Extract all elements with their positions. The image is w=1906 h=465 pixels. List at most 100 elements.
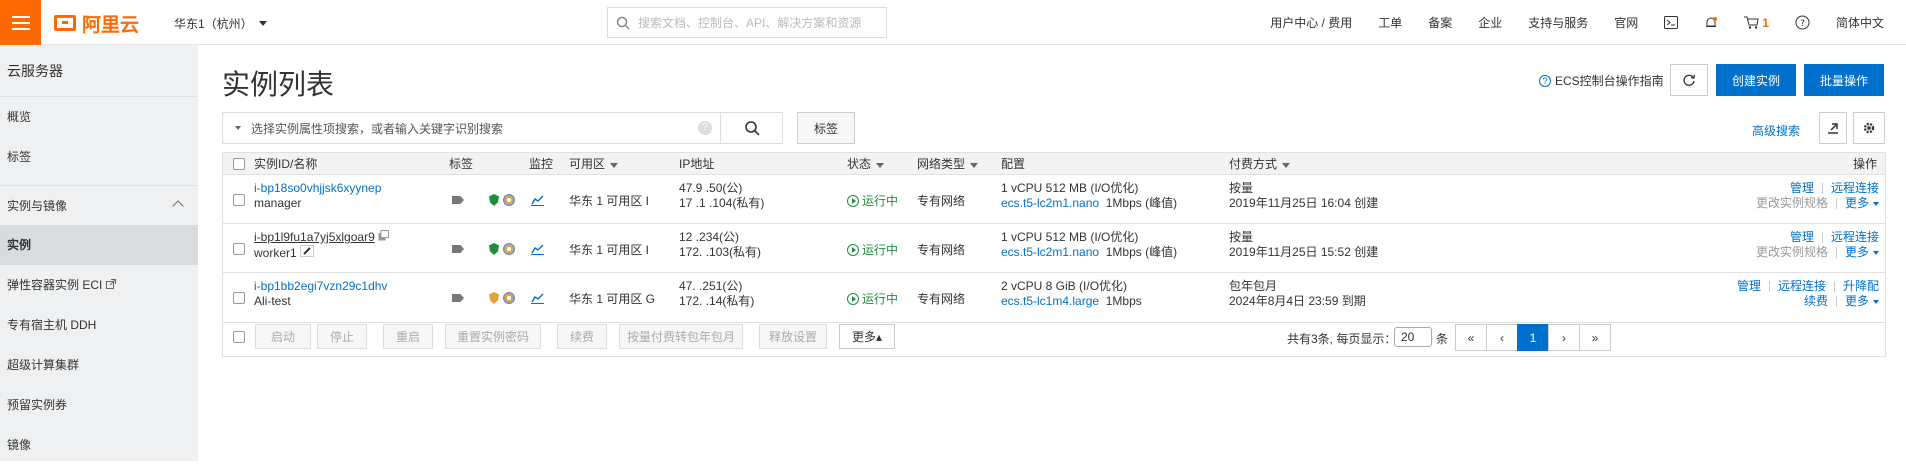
language-switch[interactable]: 简体中文	[1836, 14, 1884, 31]
global-search[interactable]: 搜索文档、控制台、API、解决方案和资源	[607, 7, 887, 38]
spec-link[interactable]: ecs.t5-lc1m4.large	[1001, 294, 1099, 308]
search-placeholder: 搜索文档、控制台、API、解决方案和资源	[638, 16, 862, 30]
cloud-assistant-icon[interactable]	[503, 292, 515, 304]
sidebar-item-instances[interactable]: 实例	[0, 225, 198, 265]
cloud-assistant-icon[interactable]	[503, 194, 515, 206]
cart-button[interactable]: 1	[1744, 16, 1769, 30]
more-dropdown[interactable]: 更多	[1845, 196, 1879, 210]
start-button[interactable]: 启动	[255, 324, 311, 349]
search-button[interactable]	[721, 112, 783, 144]
remote-connect-link[interactable]: 远程连接	[1831, 181, 1879, 195]
logo[interactable]: 阿里云	[54, 11, 139, 36]
prev-page-button[interactable]: ‹	[1486, 324, 1518, 351]
security-shield-icon[interactable]	[489, 194, 499, 206]
batch-operation-button[interactable]: 批量操作	[1804, 64, 1884, 96]
guide-link[interactable]: ? ECS控制台操作指南	[1539, 72, 1664, 89]
sidebar-item-images[interactable]: 镜像	[0, 425, 198, 465]
remote-connect-link[interactable]: 远程连接	[1831, 230, 1879, 244]
monitor-chart-icon[interactable]	[531, 243, 544, 255]
instance-name: worker1	[254, 246, 297, 260]
manage-link[interactable]: 管理	[1790, 181, 1814, 195]
tag-icon[interactable]	[452, 196, 464, 204]
change-spec-link[interactable]: 更改实例规格	[1756, 196, 1828, 210]
instance-id-link[interactable]: i-bp1l9fu1a7yj5xlgoar9	[254, 230, 375, 244]
reset-password-button[interactable]: 重置实例密码	[445, 324, 541, 349]
select-all-checkbox[interactable]	[233, 158, 245, 170]
nav-enterprise[interactable]: 企业	[1478, 14, 1502, 31]
nav-ticket[interactable]: 工单	[1378, 14, 1402, 31]
sidebar-section-instances[interactable]: 实例与镜像	[0, 185, 198, 225]
security-shield-icon[interactable]	[489, 292, 499, 304]
config-text: 1 vCPU 512 MB (I/O优化)	[1001, 230, 1139, 244]
copy-icon[interactable]	[378, 230, 390, 241]
tag-icon[interactable]	[452, 294, 464, 302]
help-icon[interactable]: ?	[698, 121, 712, 135]
region-selector[interactable]: 华东1（杭州）	[174, 15, 267, 32]
change-spec-link[interactable]: 更改实例规格	[1756, 245, 1828, 259]
manage-link[interactable]: 管理	[1737, 279, 1761, 293]
col-actions: 操作	[1852, 157, 1877, 171]
stop-button[interactable]: 停止	[317, 324, 367, 349]
footer-select-all-checkbox[interactable]	[233, 331, 245, 343]
menu-icon[interactable]	[0, 0, 41, 45]
renew-link[interactable]: 续费	[1804, 294, 1828, 308]
instance-id-link[interactable]: i-bp1bb2egi7vzn29c1dhv	[254, 279, 387, 294]
sidebar-item-ri[interactable]: 预留实例券	[0, 385, 198, 425]
renew-button[interactable]: 续费	[557, 324, 607, 349]
sidebar-item-tags[interactable]: 标签	[0, 137, 198, 177]
remote-connect-link[interactable]: 远程连接	[1778, 279, 1826, 293]
manage-link[interactable]: 管理	[1790, 230, 1814, 244]
page-1-button[interactable]: 1	[1517, 324, 1549, 351]
security-shield-icon[interactable]	[489, 243, 499, 255]
network-type: 专有网络	[917, 292, 966, 306]
nav-icp[interactable]: 备案	[1428, 14, 1452, 31]
sidebar-item-overview[interactable]: 概览	[0, 97, 198, 137]
billing-time: 2024年8月4日 23:59 到期	[1229, 294, 1366, 308]
col-billing[interactable]: 付费方式	[1229, 155, 1291, 172]
nav-user-center[interactable]: 用户中心 / 费用	[1270, 14, 1352, 31]
cloud-assistant-icon[interactable]	[503, 243, 515, 255]
tag-icon[interactable]	[452, 245, 464, 253]
edit-icon[interactable]	[300, 245, 315, 257]
page-size-select[interactable]: 20	[1394, 327, 1432, 347]
more-dropdown[interactable]: 更多	[1845, 294, 1879, 308]
col-zone[interactable]: 可用区	[569, 155, 619, 172]
status-badge: 运行中	[847, 192, 898, 209]
row-checkbox[interactable]	[233, 243, 245, 255]
restart-button[interactable]: 重启	[383, 324, 433, 349]
create-instance-button[interactable]: 创建实例	[1716, 64, 1796, 96]
billing-time: 2019年11月25日 15:52 创建	[1229, 245, 1379, 259]
row-checkbox[interactable]	[233, 194, 245, 206]
bell-icon[interactable]	[1704, 16, 1718, 30]
release-settings-button[interactable]: 释放设置	[759, 324, 827, 349]
monitor-chart-icon[interactable]	[531, 292, 544, 304]
col-network[interactable]: 网络类型	[917, 155, 979, 172]
settings-button[interactable]	[1853, 112, 1885, 144]
last-page-button[interactable]: »	[1579, 324, 1611, 351]
upgrade-link[interactable]: 升降配	[1843, 279, 1879, 293]
tag-filter-button[interactable]: 标签	[797, 112, 855, 144]
spec-link[interactable]: ecs.t5-lc2m1.nano	[1001, 245, 1099, 259]
running-icon	[847, 292, 859, 305]
filter-search[interactable]: 选择实例属性项搜索，或者输入关键字识别搜索?	[222, 112, 721, 144]
nav-official[interactable]: 官网	[1614, 14, 1638, 31]
instance-id-link[interactable]: i-bp18so0vhjjsk6xyynep	[254, 181, 381, 196]
first-page-button[interactable]: «	[1455, 324, 1487, 351]
sidebar-item-ddh[interactable]: 专有宿主机 DDH	[0, 305, 198, 345]
nav-support[interactable]: 支持与服务	[1528, 14, 1588, 31]
more-actions-button[interactable]: 更多▴	[839, 324, 895, 349]
terminal-icon[interactable]	[1664, 16, 1679, 29]
col-status[interactable]: 状态	[847, 155, 885, 172]
spec-link[interactable]: ecs.t5-lc2m1.nano	[1001, 196, 1099, 210]
row-checkbox[interactable]	[233, 292, 245, 304]
help-icon[interactable]: ?	[1795, 15, 1810, 30]
convert-billing-button[interactable]: 按量付费转包年包月	[619, 324, 743, 349]
advanced-search-link[interactable]: 高级搜索	[1752, 122, 1800, 139]
refresh-button[interactable]	[1670, 64, 1708, 96]
more-dropdown[interactable]: 更多	[1845, 245, 1879, 259]
export-button[interactable]	[1819, 112, 1847, 144]
monitor-chart-icon[interactable]	[531, 194, 544, 206]
sidebar-item-eci[interactable]: 弹性容器实例 ECI	[0, 265, 198, 305]
sidebar-item-scc[interactable]: 超级计算集群	[0, 345, 198, 385]
next-page-button[interactable]: ›	[1548, 324, 1580, 351]
